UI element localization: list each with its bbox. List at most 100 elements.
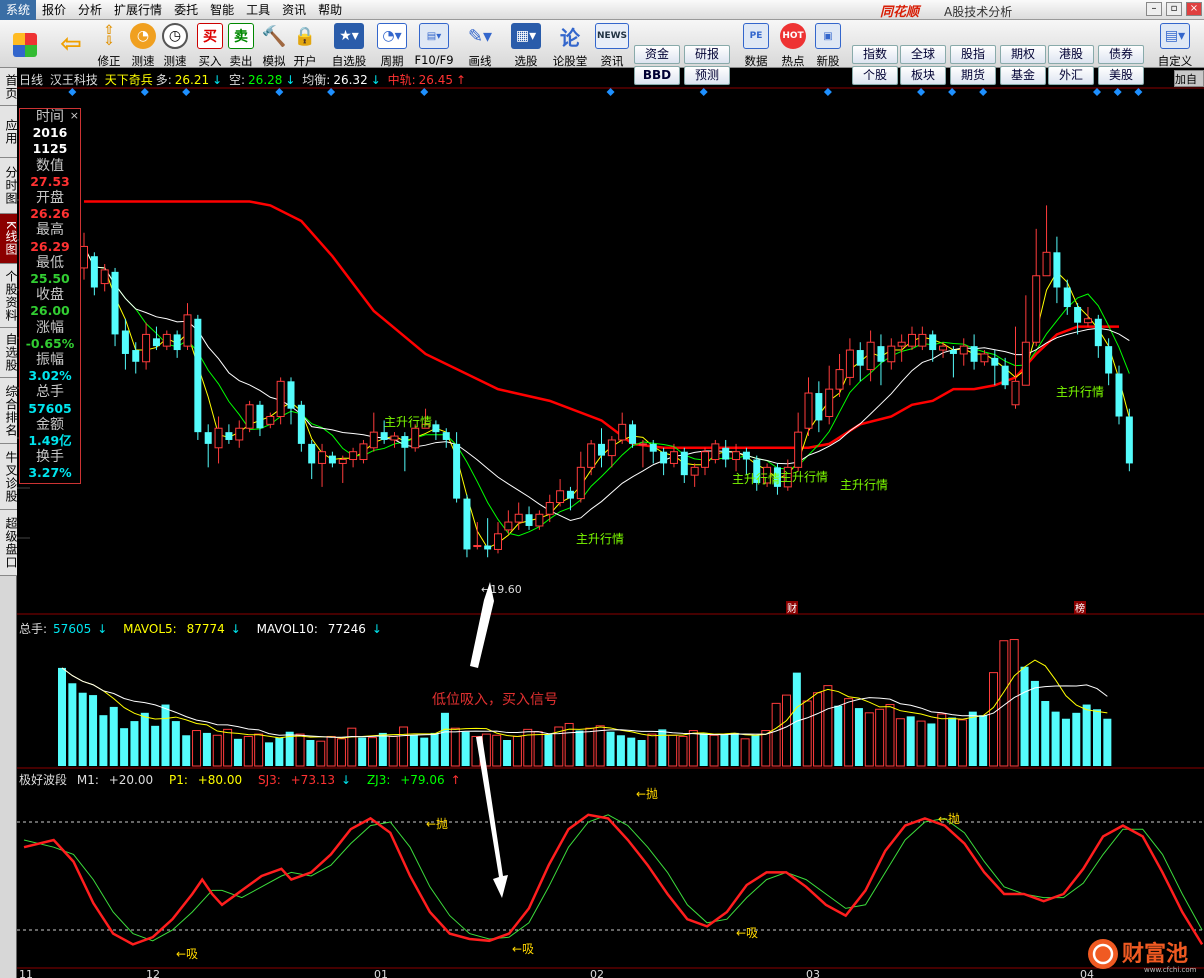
candle-body (1021, 341, 1030, 386)
candle-body (1083, 318, 1092, 324)
clock-icon: ◷ (162, 23, 188, 49)
f10-icon: ▤▾ (419, 23, 449, 49)
sidebar-tab-level2[interactable]: 超级盘口 (0, 510, 18, 576)
sidebar-tab-profile[interactable]: 个股资料 (0, 264, 18, 328)
volume-bar (212, 734, 222, 767)
buy-button[interactable]: 买 买入 (195, 23, 225, 68)
sidebar-tab-apps[interactable]: 应用 (0, 106, 18, 158)
maximize-icon[interactable]: ▫ (1166, 2, 1182, 16)
stock-name: 汉王科技 (49, 73, 98, 87)
global-button[interactable]: 全球 (900, 45, 946, 64)
sidebar-tab-home[interactable]: 首页 (0, 68, 18, 106)
menu-tools[interactable]: 工具 (240, 0, 276, 20)
zj3-label: ZJ3: (366, 773, 391, 787)
f10-button[interactable]: ▤▾ F10/F9 (414, 23, 454, 67)
sidebar-tab-diagnose[interactable]: 牛叉诊股 (0, 444, 18, 510)
hotspot-button[interactable]: HOT 热点 (777, 23, 809, 68)
watchlist-button[interactable]: ★▾ 自选股 (328, 23, 370, 68)
menu-news[interactable]: 资讯 (276, 0, 312, 20)
x-axis-label: 11 (19, 968, 33, 978)
bond-button[interactable]: 债券 (1098, 45, 1144, 64)
candle-body (100, 269, 109, 285)
news-button[interactable]: NEWS 资讯 (594, 23, 630, 68)
revise-button[interactable]: ⇧ ⇩ 修正 (94, 23, 124, 68)
volume-bar (792, 672, 801, 766)
options-button[interactable]: 期权 (1000, 45, 1046, 64)
volume-bar (1103, 718, 1112, 766)
sidebar-tab-intraday[interactable]: 分时图 (0, 158, 18, 214)
sidebar-tab-kline[interactable]: K线图 (0, 214, 18, 264)
close-icon[interactable]: × (70, 108, 79, 124)
open-account-button[interactable]: 🔒 开户 (290, 23, 320, 69)
back-arrow-icon: ⇦ (60, 29, 82, 59)
draw-line-button[interactable]: ✎▾ 画线 (460, 23, 500, 69)
menu-help[interactable]: 帮助 (312, 0, 348, 20)
volume-bar (864, 712, 874, 767)
candle-body (1042, 251, 1051, 277)
sell-signal-label: ←抛 (636, 786, 658, 801)
candle-body (235, 427, 244, 441)
p1-label: P1: (168, 773, 188, 787)
total-value: 57605 (53, 622, 92, 636)
sell-button[interactable]: 卖 卖出 (226, 23, 256, 68)
index-button[interactable]: 指数 (852, 45, 898, 64)
hk-stock-button[interactable]: 港股 (1048, 45, 1094, 64)
volume-bar (885, 704, 895, 767)
close-icon[interactable]: × (1186, 2, 1202, 16)
candle-body (287, 381, 295, 409)
candle-body (939, 345, 948, 351)
talk-icon: 论 (560, 25, 580, 50)
menu-system[interactable]: 系统 (0, 0, 37, 20)
buy-signal-label: ←吸 (736, 926, 758, 940)
candle-body (494, 533, 502, 550)
back-button[interactable]: ⇦ (56, 23, 86, 67)
candle-body (442, 432, 450, 440)
kline-chart[interactable]: 主升行情主升行情主升行情 主升行情主升行情主升行情←19.60财 榜←吸 ←吸←吸←抛… (17, 68, 1204, 978)
candle-body (369, 431, 378, 449)
period-button[interactable]: ◔▾ 周期 (372, 23, 412, 68)
datawin-turnover: 3.27% (28, 465, 72, 481)
fund-flow-button[interactable]: 资金 (634, 45, 680, 64)
candle-body (245, 404, 254, 429)
customize-button[interactable]: ▤▾ 自定义 (1152, 23, 1198, 68)
add-to-watchlist-button[interactable]: 加自选 (1174, 70, 1204, 103)
mavol5-value: 87774 (186, 622, 225, 636)
menu-quote[interactable]: 报价 (36, 0, 72, 20)
layout-button[interactable] (8, 23, 42, 67)
forum-button[interactable]: 论 论股堂 (552, 23, 588, 69)
sidebar-tab-ranking[interactable]: 综合排名 (0, 378, 18, 444)
volume-bar (399, 726, 409, 767)
volume-bar (895, 718, 905, 767)
speed-test-button[interactable]: ◔ 测速 (128, 23, 158, 68)
signal-marker (1093, 88, 1101, 96)
volume-bar (1030, 680, 1039, 766)
stock-screen-label: 选股 (514, 54, 538, 68)
grid-icon (13, 33, 37, 57)
menu-extended-quote[interactable]: 扩展行情 (108, 0, 168, 20)
candle-body (638, 443, 647, 446)
candle-body (194, 318, 202, 433)
trend-label: 主升行情 (576, 532, 624, 546)
data-button[interactable]: PE 数据 (740, 23, 772, 68)
menu-trade[interactable]: 委托 (168, 0, 204, 20)
simulate-button[interactable]: 🔨 模拟 (259, 23, 289, 68)
minimize-icon[interactable]: – (1146, 2, 1162, 16)
custom-icon: ▤▾ (1160, 23, 1190, 49)
datawin-key: 振幅 (36, 352, 64, 369)
stock-index-futures-button[interactable]: 股指 (950, 45, 996, 64)
menu-analysis[interactable]: 分析 (72, 0, 108, 20)
volume-bar (223, 728, 233, 767)
sidebar-tab-watchlist[interactable]: 自选股 (0, 328, 18, 378)
candle-body (256, 404, 264, 429)
volume-bar (161, 704, 170, 766)
candle-body (918, 333, 927, 347)
candle-body (121, 330, 129, 354)
p1-value: +80.00 (197, 773, 243, 787)
research-button[interactable]: 研报 (684, 45, 730, 64)
stock-screen-button[interactable]: ▦▾ 选股 (506, 23, 546, 68)
timer-button[interactable]: ◷ 测速 (160, 23, 190, 68)
menu-smart[interactable]: 智能 (204, 0, 240, 20)
datawin-key: 总手 (36, 384, 64, 401)
datawin-value: 27.53 (30, 173, 70, 189)
new-stock-button[interactable]: ▣ 新股 (812, 23, 844, 68)
